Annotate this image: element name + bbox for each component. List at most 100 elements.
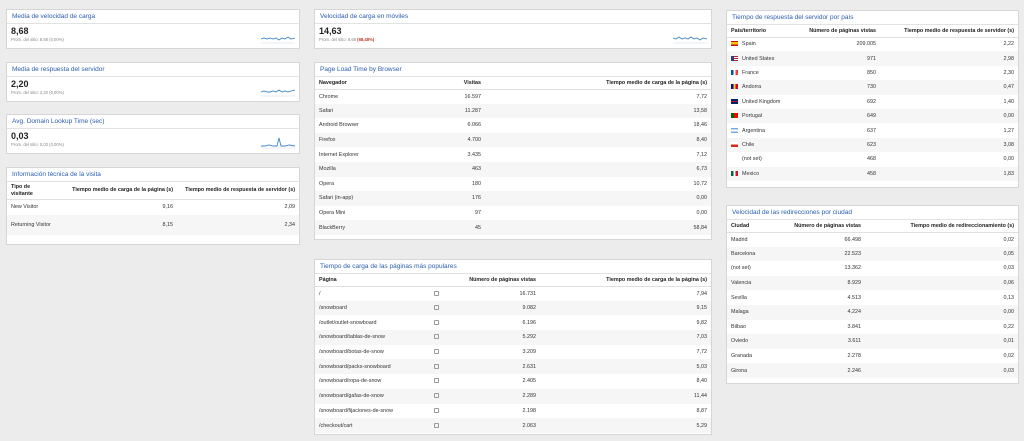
country-table: País/territorio Número de páginas vistas… [727, 25, 1018, 181]
column-header[interactable]: Navegador [315, 77, 405, 90]
metric-avg-load-speed: Media de velocidad de carga 8,68 Prom. d… [6, 9, 300, 49]
column-header[interactable]: Tiempo medio de redireccionamiento (s) [865, 220, 1018, 233]
widget-title[interactable]: Tiempo de respuesta del servidor por paí… [727, 11, 1018, 25]
metric-mobile-load-speed: Velocidad de carga en móviles 14,63 Prom… [314, 9, 712, 49]
metric-domain-lookup: Avg. Domain Lookup Time (sec) 0,03 Prom.… [6, 114, 300, 154]
open-page-icon[interactable] [434, 407, 439, 413]
metric-server-response: Media de respuesta del servidor 2,20 Pro… [6, 62, 300, 102]
metric-value: 14,63 [319, 26, 342, 36]
table-row: United States 971 2,98 [727, 51, 1018, 66]
table-row: Opera Mini 97 0,00 [319, 210, 707, 217]
sparkline [673, 36, 707, 44]
table-row: /snowboard/packs-snowboard 2.631 5,03 [315, 359, 711, 375]
open-page-icon[interactable] [434, 422, 439, 428]
column-header[interactable]: Número de páginas vistas [792, 25, 880, 38]
table-row: Android Browser 6.066 18,46 [319, 122, 707, 129]
column-header[interactable]: Tiempo medio de carga de la página (s) [57, 182, 177, 200]
table-row: Granada 2.278 0,02 [731, 353, 1014, 360]
widget-title[interactable]: Tiempo de carga de las páginas más popul… [315, 260, 711, 274]
mx-flag-icon [731, 170, 738, 176]
table-row: Chrome 16.597 7,72 [319, 93, 707, 100]
table-row: Safari 11.287 13,58 [315, 103, 711, 119]
fr-flag-icon [731, 69, 738, 75]
browser-load-widget: Page Load Time by Browser Navegador Visi… [314, 62, 712, 240]
column-header[interactable]: Tiempo medio de respuesta de servidor (s… [177, 182, 299, 200]
table-row: /snowboard/botas-de-snow 3.209 7,72 [319, 349, 707, 356]
table-row: Opera 180 10,72 [319, 180, 707, 187]
column-header[interactable]: Número de páginas vistas [782, 220, 865, 233]
ad-flag-icon [731, 84, 738, 90]
widget-title[interactable]: Información técnica de la visita [7, 168, 299, 182]
table-row: /16.731 7,94 [319, 290, 707, 297]
column-header[interactable]: Tipo de visitante [7, 182, 57, 200]
table-row: France 850 2,30 [727, 66, 1018, 80]
widget-title[interactable]: Velocidad de las redirecciones por ciuda… [727, 206, 1018, 220]
open-page-icon[interactable] [434, 378, 439, 384]
table-row: Argentina 637 1,27 [727, 123, 1018, 137]
pages-table: Página Número de páginas vistas Tiempo m… [315, 274, 711, 433]
table-row: /snowboard/ropa-de-snow 2.405 8,40 [319, 378, 707, 385]
open-page-icon[interactable] [434, 393, 439, 399]
sparkline [261, 36, 295, 44]
widget-title[interactable]: Page Load Time by Browser [315, 63, 711, 77]
open-page-icon[interactable] [434, 290, 439, 296]
widget-title[interactable]: Media de respuesta del servidor [7, 63, 299, 77]
widget-title[interactable]: Velocidad de carga en móviles [315, 10, 711, 24]
column-header[interactable]: Tiempo medio de carga de la página (s) [540, 274, 711, 287]
table-row: /outlet/outlet-snowboard 6.196 9,82 [319, 319, 707, 326]
table-row: /snowboard/fijaciones-de-snow 2.198 8,87 [319, 407, 707, 414]
table-row: Valencia 8.929 0,06 [727, 275, 1018, 291]
table-row: Girona 2.246 0,03 [727, 363, 1018, 378]
metric-value: 0,03 [11, 131, 29, 141]
popular-pages-widget: Tiempo de carga de las páginas más popul… [314, 259, 712, 435]
metric-site-average: Prom. del sitio: 2,20 (0,00%) [11, 90, 64, 95]
open-page-icon[interactable] [434, 349, 439, 355]
table-row: BlackBerry 45 58,84 [315, 220, 711, 235]
column-header[interactable]: Visitas [405, 77, 485, 90]
table-row: /checkout/cart 2.063 5,29 [315, 418, 711, 433]
widget-title[interactable]: Media de velocidad de carga [7, 10, 299, 24]
ar-flag-icon [731, 127, 738, 133]
table-row: Barcelona 22.523 0,05 [727, 246, 1018, 262]
table-row: Portugal 649 0,00 [727, 108, 1018, 124]
city-table: Ciudad Número de páginas vistas Tiempo m… [727, 220, 1018, 378]
table-row: Mozilla 463 6,73 [315, 161, 711, 177]
table-row: Madrid 66.498 0,02 [731, 236, 1014, 243]
open-page-icon[interactable] [434, 334, 439, 340]
gb-flag-icon [731, 98, 738, 104]
table-row: Returning Visitor 8,15 2,34 [7, 214, 299, 235]
column-header[interactable]: País/territorio [727, 25, 792, 38]
table-row: Oviedo 3.611 0,01 [727, 334, 1018, 349]
sparkline [261, 137, 295, 149]
column-header[interactable]: Página [315, 274, 430, 287]
column-header[interactable]: Número de páginas vistas [442, 274, 540, 287]
column-header[interactable]: Ciudad [727, 220, 782, 233]
cl-flag-icon [731, 141, 738, 147]
open-page-icon[interactable] [434, 305, 439, 311]
us-flag-icon [731, 55, 738, 61]
table-row: Malaga 4.224 0,00 [727, 304, 1018, 320]
table-row: (not set) 468 0,00 [727, 152, 1018, 166]
table-row: Internet Explorer 3.435 7,12 [319, 151, 707, 158]
column-header[interactable]: Tiempo medio de respuesta de servidor (s… [880, 25, 1018, 38]
browser-table: Navegador Visitas Tiempo medio de carga … [315, 77, 711, 235]
table-row: Mexico 458 1,83 [727, 166, 1018, 181]
metric-site-average: Prom. del sitio: 0,03 (0,00%) [11, 142, 64, 147]
es-flag-icon [731, 41, 738, 47]
table-row: Andorra 730 0,47 [727, 80, 1018, 95]
metric-value: 2,20 [11, 79, 29, 89]
open-page-icon[interactable] [434, 363, 439, 369]
table-row: United Kingdom 692 1,40 [727, 95, 1018, 109]
table-row: Sevilla 4.513 0,13 [731, 294, 1014, 301]
column-header[interactable]: Tiempo medio de carga de la página (s) [485, 77, 711, 90]
table-row: /snowboard/gafas-de-snow 2.289 11,44 [315, 388, 711, 404]
open-page-icon[interactable] [434, 319, 439, 325]
table-row: Chile 623 3,08 [727, 137, 1018, 153]
table-row: /snowboard 9.082 9,15 [315, 300, 711, 316]
widget-title[interactable]: Avg. Domain Lookup Time (sec) [7, 115, 299, 129]
table-row: /snowboard/tablas-de-snow 5.292 7,03 [315, 330, 711, 345]
unknown-flag-icon [731, 156, 738, 161]
table-row: Safari (in-app) 176 0,00 [315, 191, 711, 206]
table-row: Firefox 4.700 8,40 [315, 132, 711, 148]
city-redirect-widget: Velocidad de las redirecciones por ciuda… [726, 205, 1019, 384]
